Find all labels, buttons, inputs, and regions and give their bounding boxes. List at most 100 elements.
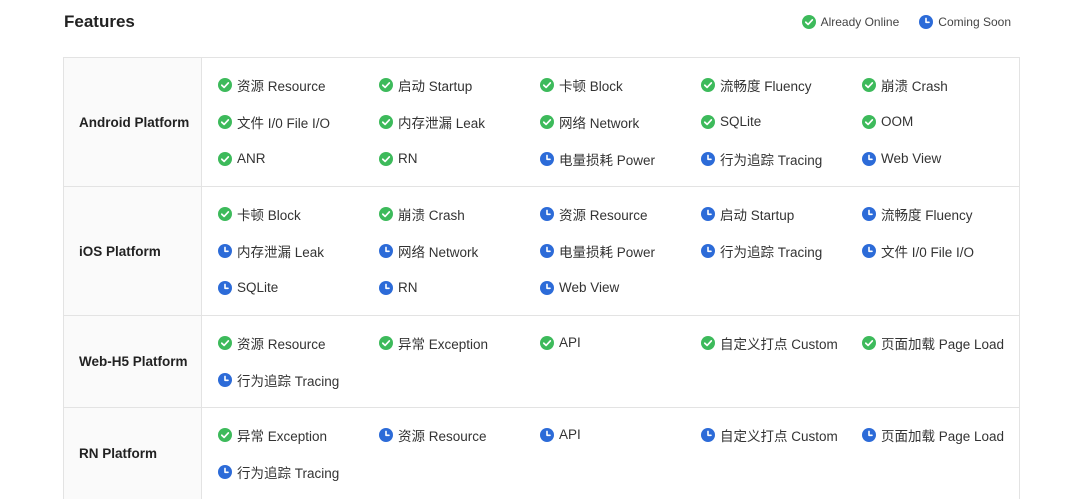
- feature-label: SQLite: [720, 114, 762, 129]
- feature-grid: 异常 Exception 资源 Resource API 自定义打点 Custom 页面…: [202, 416, 1023, 490]
- feature-grid: 卡顿 Block 崩溃 Crash 资源 Resource 启动 Startup 流畅度…: [202, 195, 1023, 306]
- feature-label: API: [559, 335, 581, 350]
- feature-label: 异常 Exception: [398, 336, 489, 352]
- feature-item: 文件 I/0 File I/O: [862, 232, 1023, 269]
- feature-list: 异常 Exception 资源 Resource API 自定义打点 Custom 页面…: [202, 408, 1023, 499]
- features-page: Features Already Online Coming Soon Andr…: [0, 0, 1080, 499]
- feature-label: 行为追踪 Tracing: [237, 465, 340, 481]
- check-circle-icon: [218, 206, 232, 221]
- feature-item: 崩溃 Crash: [379, 195, 540, 232]
- feature-item: 网络 Network: [379, 232, 540, 269]
- feature-item: 异常 Exception: [218, 416, 379, 453]
- feature-item: 异常 Exception: [379, 324, 540, 361]
- legend-online: Already Online: [801, 15, 899, 29]
- feature-label: 行为追踪 Tracing: [237, 373, 340, 389]
- feature-item: SQLite: [218, 269, 379, 306]
- feature-label: OOM: [881, 114, 914, 129]
- feature-item: Web View: [540, 269, 701, 306]
- feature-label: 资源 Resource: [237, 336, 326, 352]
- feature-label: 崩溃 Crash: [881, 78, 948, 94]
- feature-item: 电量损耗 Power: [540, 232, 701, 269]
- feature-item: 资源 Resource: [379, 416, 540, 453]
- feature-item: 行为追踪 Tracing: [218, 361, 379, 398]
- feature-item: 网络 Network: [540, 103, 701, 140]
- clock-icon: [540, 427, 554, 442]
- check-circle-icon: [540, 335, 554, 350]
- feature-label: 资源 Resource: [398, 428, 487, 444]
- feature-label: 页面加载 Page Load: [881, 428, 1005, 444]
- feature-label: 自定义打点 Custom: [720, 428, 838, 444]
- feature-label: 文件 I/0 File I/O: [881, 244, 975, 260]
- feature-item: OOM: [862, 103, 1023, 140]
- feature-label: 资源 Resource: [237, 78, 326, 94]
- feature-item: API: [540, 416, 701, 453]
- feature-item: 自定义打点 Custom: [701, 416, 862, 453]
- feature-label: 电量损耗 Power: [559, 244, 656, 260]
- clock-icon: [218, 243, 232, 258]
- feature-item: 卡顿 Block: [540, 66, 701, 103]
- clock-icon: [919, 15, 934, 29]
- feature-item: 资源 Resource: [218, 324, 379, 361]
- feature-label: Web View: [881, 151, 942, 166]
- feature-item: Web View: [862, 140, 1023, 177]
- platform-name: Web-H5 Platform: [64, 316, 202, 407]
- clock-icon: [218, 372, 232, 387]
- feature-item: 启动 Startup: [701, 195, 862, 232]
- check-circle-icon: [540, 77, 554, 92]
- feature-item: 电量损耗 Power: [540, 140, 701, 177]
- platform-row: Web-H5 Platform 资源 Resource 异常 Exception AP…: [64, 315, 1019, 407]
- clock-icon: [540, 243, 554, 258]
- clock-icon: [540, 280, 554, 295]
- check-circle-icon: [701, 335, 715, 350]
- feature-item: 内存泄漏 Leak: [218, 232, 379, 269]
- clock-icon: [862, 427, 876, 442]
- feature-label: 网络 Network: [559, 115, 640, 131]
- check-circle-icon: [218, 427, 232, 442]
- check-circle-icon: [862, 77, 876, 92]
- feature-label: RN: [398, 151, 418, 166]
- clock-icon: [862, 206, 876, 221]
- check-circle-icon: [218, 77, 232, 92]
- feature-label: 文件 I/0 File I/O: [237, 115, 331, 131]
- feature-list: 资源 Resource 启动 Startup 卡顿 Block 流畅度 Fluency…: [202, 58, 1023, 186]
- feature-item: 资源 Resource: [540, 195, 701, 232]
- feature-item: API: [540, 324, 701, 361]
- check-circle-icon: [701, 114, 715, 129]
- check-circle-icon: [379, 206, 393, 221]
- legend-soon-label: Coming Soon: [938, 15, 1011, 29]
- clock-icon: [218, 464, 232, 479]
- platform-row: iOS Platform 卡顿 Block 崩溃 Crash 资源 Resource 启…: [64, 186, 1019, 315]
- feature-label: 内存泄漏 Leak: [237, 244, 325, 260]
- clock-icon: [379, 243, 393, 258]
- feature-label: 启动 Startup: [398, 78, 473, 94]
- feature-item: 流畅度 Fluency: [701, 66, 862, 103]
- feature-label: 卡顿 Block: [237, 207, 301, 223]
- check-circle-icon: [379, 151, 393, 166]
- feature-label: 资源 Resource: [559, 207, 648, 223]
- clock-icon: [379, 280, 393, 295]
- feature-item: RN: [379, 140, 540, 177]
- clock-icon: [862, 151, 876, 166]
- feature-item: 页面加载 Page Load: [862, 324, 1023, 361]
- check-circle-icon: [379, 114, 393, 129]
- feature-label: 电量损耗 Power: [559, 152, 656, 168]
- legend-soon: Coming Soon: [919, 15, 1011, 29]
- feature-grid: 资源 Resource 异常 Exception API 自定义打点 Custom 页面…: [202, 324, 1023, 398]
- features-header: Features Already Online Coming Soon: [64, 10, 1020, 34]
- feature-item: 行为追踪 Tracing: [701, 140, 862, 177]
- feature-item: SQLite: [701, 103, 862, 140]
- feature-label: 网络 Network: [398, 244, 479, 260]
- feature-label: 崩溃 Crash: [398, 207, 465, 223]
- feature-item: 卡顿 Block: [218, 195, 379, 232]
- check-circle-icon: [540, 114, 554, 129]
- clock-icon: [701, 427, 715, 442]
- feature-item: 自定义打点 Custom: [701, 324, 862, 361]
- feature-label: 异常 Exception: [237, 428, 328, 444]
- feature-item: 启动 Startup: [379, 66, 540, 103]
- check-circle-icon: [379, 335, 393, 350]
- clock-icon: [218, 280, 232, 295]
- feature-label: SQLite: [237, 280, 279, 295]
- clock-icon: [379, 427, 393, 442]
- feature-label: 流畅度 Fluency: [881, 207, 973, 223]
- check-circle-icon: [801, 15, 816, 29]
